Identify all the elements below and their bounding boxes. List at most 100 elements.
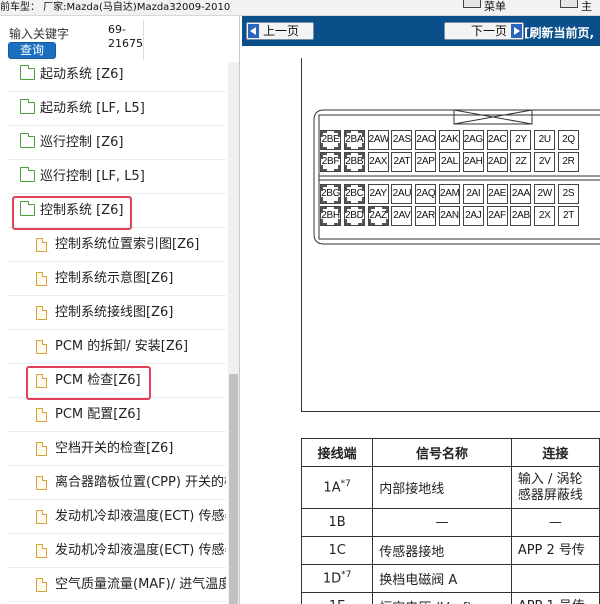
tree-item[interactable]: 控制系统示意图[Z6] bbox=[8, 263, 226, 296]
connector-pin: 2AV bbox=[391, 206, 413, 226]
pin-cell: 1D*7 bbox=[300, 564, 374, 593]
table-row: 1A*7 内部接地线 输入 / 涡轮 感器屏蔽线 bbox=[300, 466, 600, 509]
tree-item-label: 控制系统接线图[Z6] bbox=[55, 305, 174, 320]
connector-pin: 2T bbox=[558, 206, 579, 226]
tree-item-label: PCM 的拆卸/ 安装[Z6] bbox=[55, 339, 189, 354]
menu-button[interactable]: 菜单 bbox=[463, 0, 506, 15]
tree-item-label: 巡行控制 [LF, L5] bbox=[40, 169, 145, 184]
tree-item[interactable]: 发动机冷却液温度(ECT) 传感器的拆卸/安装[Z6] bbox=[8, 535, 226, 568]
next-page-button[interactable]: 下一页 bbox=[444, 22, 524, 40]
connector-pin: 2AR bbox=[415, 206, 437, 226]
tree-item[interactable]: 控制系统 [Z6] bbox=[8, 195, 226, 228]
tree-item[interactable]: 起动系统 [LF, L5] bbox=[8, 93, 226, 126]
tree-item-label: 起动系统 [Z6] bbox=[40, 67, 124, 82]
document-icon bbox=[36, 544, 47, 558]
connector-pin: 2AW bbox=[367, 130, 389, 150]
tree-item[interactable]: 起动系统 [Z6] bbox=[8, 59, 226, 92]
pin-cell: 1B bbox=[300, 508, 374, 537]
connector-pin: 2S bbox=[558, 184, 579, 204]
document-icon bbox=[36, 476, 47, 490]
connector-pin: 2AU bbox=[391, 184, 413, 204]
table-row: 1C 传感器接地 APP 2 号传 bbox=[300, 536, 600, 565]
tree-item[interactable]: 巡行控制 [Z6] bbox=[8, 127, 226, 160]
pin-cell: 1E bbox=[300, 592, 374, 604]
next-page-label: 下一页 bbox=[470, 24, 507, 38]
document-icon bbox=[36, 340, 47, 354]
connection-cell: — bbox=[510, 508, 600, 537]
connection-cell: APP 1 号传 bbox=[510, 592, 600, 604]
connector-pin: 2AY bbox=[367, 184, 389, 204]
vehicle-info: 前车型： 厂家:Mazda(马自达)Mazda32009-2010 bbox=[0, 2, 231, 13]
signal-cell: 内部接地线 bbox=[372, 466, 512, 509]
connector-pin: 2BC bbox=[343, 184, 365, 204]
tree-item[interactable]: 发动机冷却液温度(ECT) 传感器的检查[Z6] bbox=[8, 501, 226, 534]
search-input[interactable] bbox=[104, 20, 144, 60]
tree-item[interactable]: 离合器踏板位置(CPP) 开关的检查[Z6] bbox=[8, 467, 226, 500]
connector-pin: 2U bbox=[534, 130, 556, 150]
top-strip: 前车型： 厂家:Mazda(马自达)Mazda32009-2010 菜单 主 bbox=[0, 0, 600, 16]
folder-icon bbox=[20, 99, 35, 114]
connector-pin: 2BF bbox=[320, 152, 341, 172]
tree-item-label: 发动机冷却液温度(ECT) 传感器的检查[Z6] bbox=[55, 509, 226, 524]
connector-pin: 2AP bbox=[415, 152, 437, 172]
tree-item[interactable]: 巡行控制 [LF, L5] bbox=[8, 161, 226, 194]
doc-navbar: 上一页 下一页 [刷新当前页, bbox=[242, 16, 600, 46]
document-icon bbox=[36, 306, 47, 320]
connector-pin: 2AF bbox=[486, 206, 508, 226]
tree-item[interactable]: 控制系统接线图[Z6] bbox=[8, 297, 226, 330]
arrow-right-icon bbox=[511, 24, 522, 38]
connector-pin: 2AI bbox=[462, 184, 484, 204]
pin-label: 1E bbox=[329, 599, 346, 604]
connector-pin: 2AZ bbox=[367, 206, 389, 226]
connector-pin: 2Y bbox=[510, 130, 532, 150]
document-icon bbox=[36, 408, 47, 422]
connector-pin: 2BB bbox=[343, 152, 365, 172]
connector-pin: 2BA bbox=[343, 130, 365, 150]
tree-item[interactable]: 控制系统位置索引图[Z6] bbox=[8, 229, 226, 262]
pin-table-header: 接线端 信号名称 连接 bbox=[300, 438, 600, 467]
connector-pin: 2W bbox=[534, 184, 556, 204]
document-icon bbox=[36, 442, 47, 456]
document-icon bbox=[36, 374, 47, 388]
tree-item[interactable]: 空气质量流量(MAF)/ 进气温度(IAT) 传感器[Z6] bbox=[8, 569, 226, 602]
table-row: 1D*7 换档电磁阀 A bbox=[300, 564, 600, 593]
pin-label: 1D bbox=[322, 571, 342, 587]
search-label: 输入关键字 bbox=[9, 27, 70, 41]
col-pin: 接线端 bbox=[300, 438, 374, 467]
pin-table: 接线端 信号名称 连接 1A*7 内部接地线 输入 / 涡轮 感器屏蔽线 1B — —1C… bbox=[300, 438, 600, 604]
tree-item[interactable]: PCM 检查[Z6] bbox=[8, 365, 226, 398]
connector-pin: 2BG bbox=[320, 184, 341, 204]
tree-item-label: 空气质量流量(MAF)/ 进气温度(IAT) 传感器[Z6] bbox=[55, 577, 226, 592]
refresh-link[interactable]: [刷新当前页, bbox=[524, 24, 594, 41]
connector-pin: 2Z bbox=[510, 152, 532, 172]
col-signal: 信号名称 bbox=[372, 438, 512, 467]
connector-pin: 2AN bbox=[439, 206, 460, 226]
folder-icon bbox=[20, 133, 35, 148]
tree-item[interactable]: 空档开关的检查[Z6] bbox=[8, 433, 226, 466]
tree-item[interactable]: PCM 的拆卸/ 安装[Z6] bbox=[8, 331, 226, 364]
home-button[interactable]: 主 bbox=[560, 0, 592, 15]
prev-page-button[interactable]: 上一页 bbox=[246, 22, 314, 40]
signal-cell: — bbox=[372, 508, 512, 537]
folder-icon bbox=[20, 167, 35, 182]
connector-pin: 2AX bbox=[367, 152, 389, 172]
connection-cell bbox=[510, 564, 600, 593]
connector-pin: 2AE bbox=[486, 184, 508, 204]
connector-pin: 2BD bbox=[343, 206, 365, 226]
folder-open-icon bbox=[20, 201, 35, 216]
tree-item-label: PCM 配置[Z6] bbox=[55, 407, 141, 422]
tree-item-label: 空档开关的检查[Z6] bbox=[55, 441, 174, 456]
tree-item-label: 起动系统 [LF, L5] bbox=[40, 101, 145, 116]
connector-pin: 2AT bbox=[391, 152, 413, 172]
scrollbar-thumb[interactable] bbox=[229, 374, 238, 604]
document-icon bbox=[36, 272, 47, 286]
connector-pin: 2AC bbox=[486, 130, 508, 150]
tree-item[interactable]: PCM 配置[Z6] bbox=[8, 399, 226, 432]
document-icon bbox=[36, 578, 47, 592]
connector-pin: 2AK bbox=[439, 130, 460, 150]
tree-item-label: 离合器踏板位置(CPP) 开关的检查[Z6] bbox=[55, 475, 226, 490]
search-button[interactable]: 查询 bbox=[8, 42, 56, 59]
table-row: 1B — — bbox=[300, 508, 600, 537]
tree-scrollbar[interactable] bbox=[228, 62, 239, 604]
pin-footnote: *7 bbox=[341, 570, 352, 581]
